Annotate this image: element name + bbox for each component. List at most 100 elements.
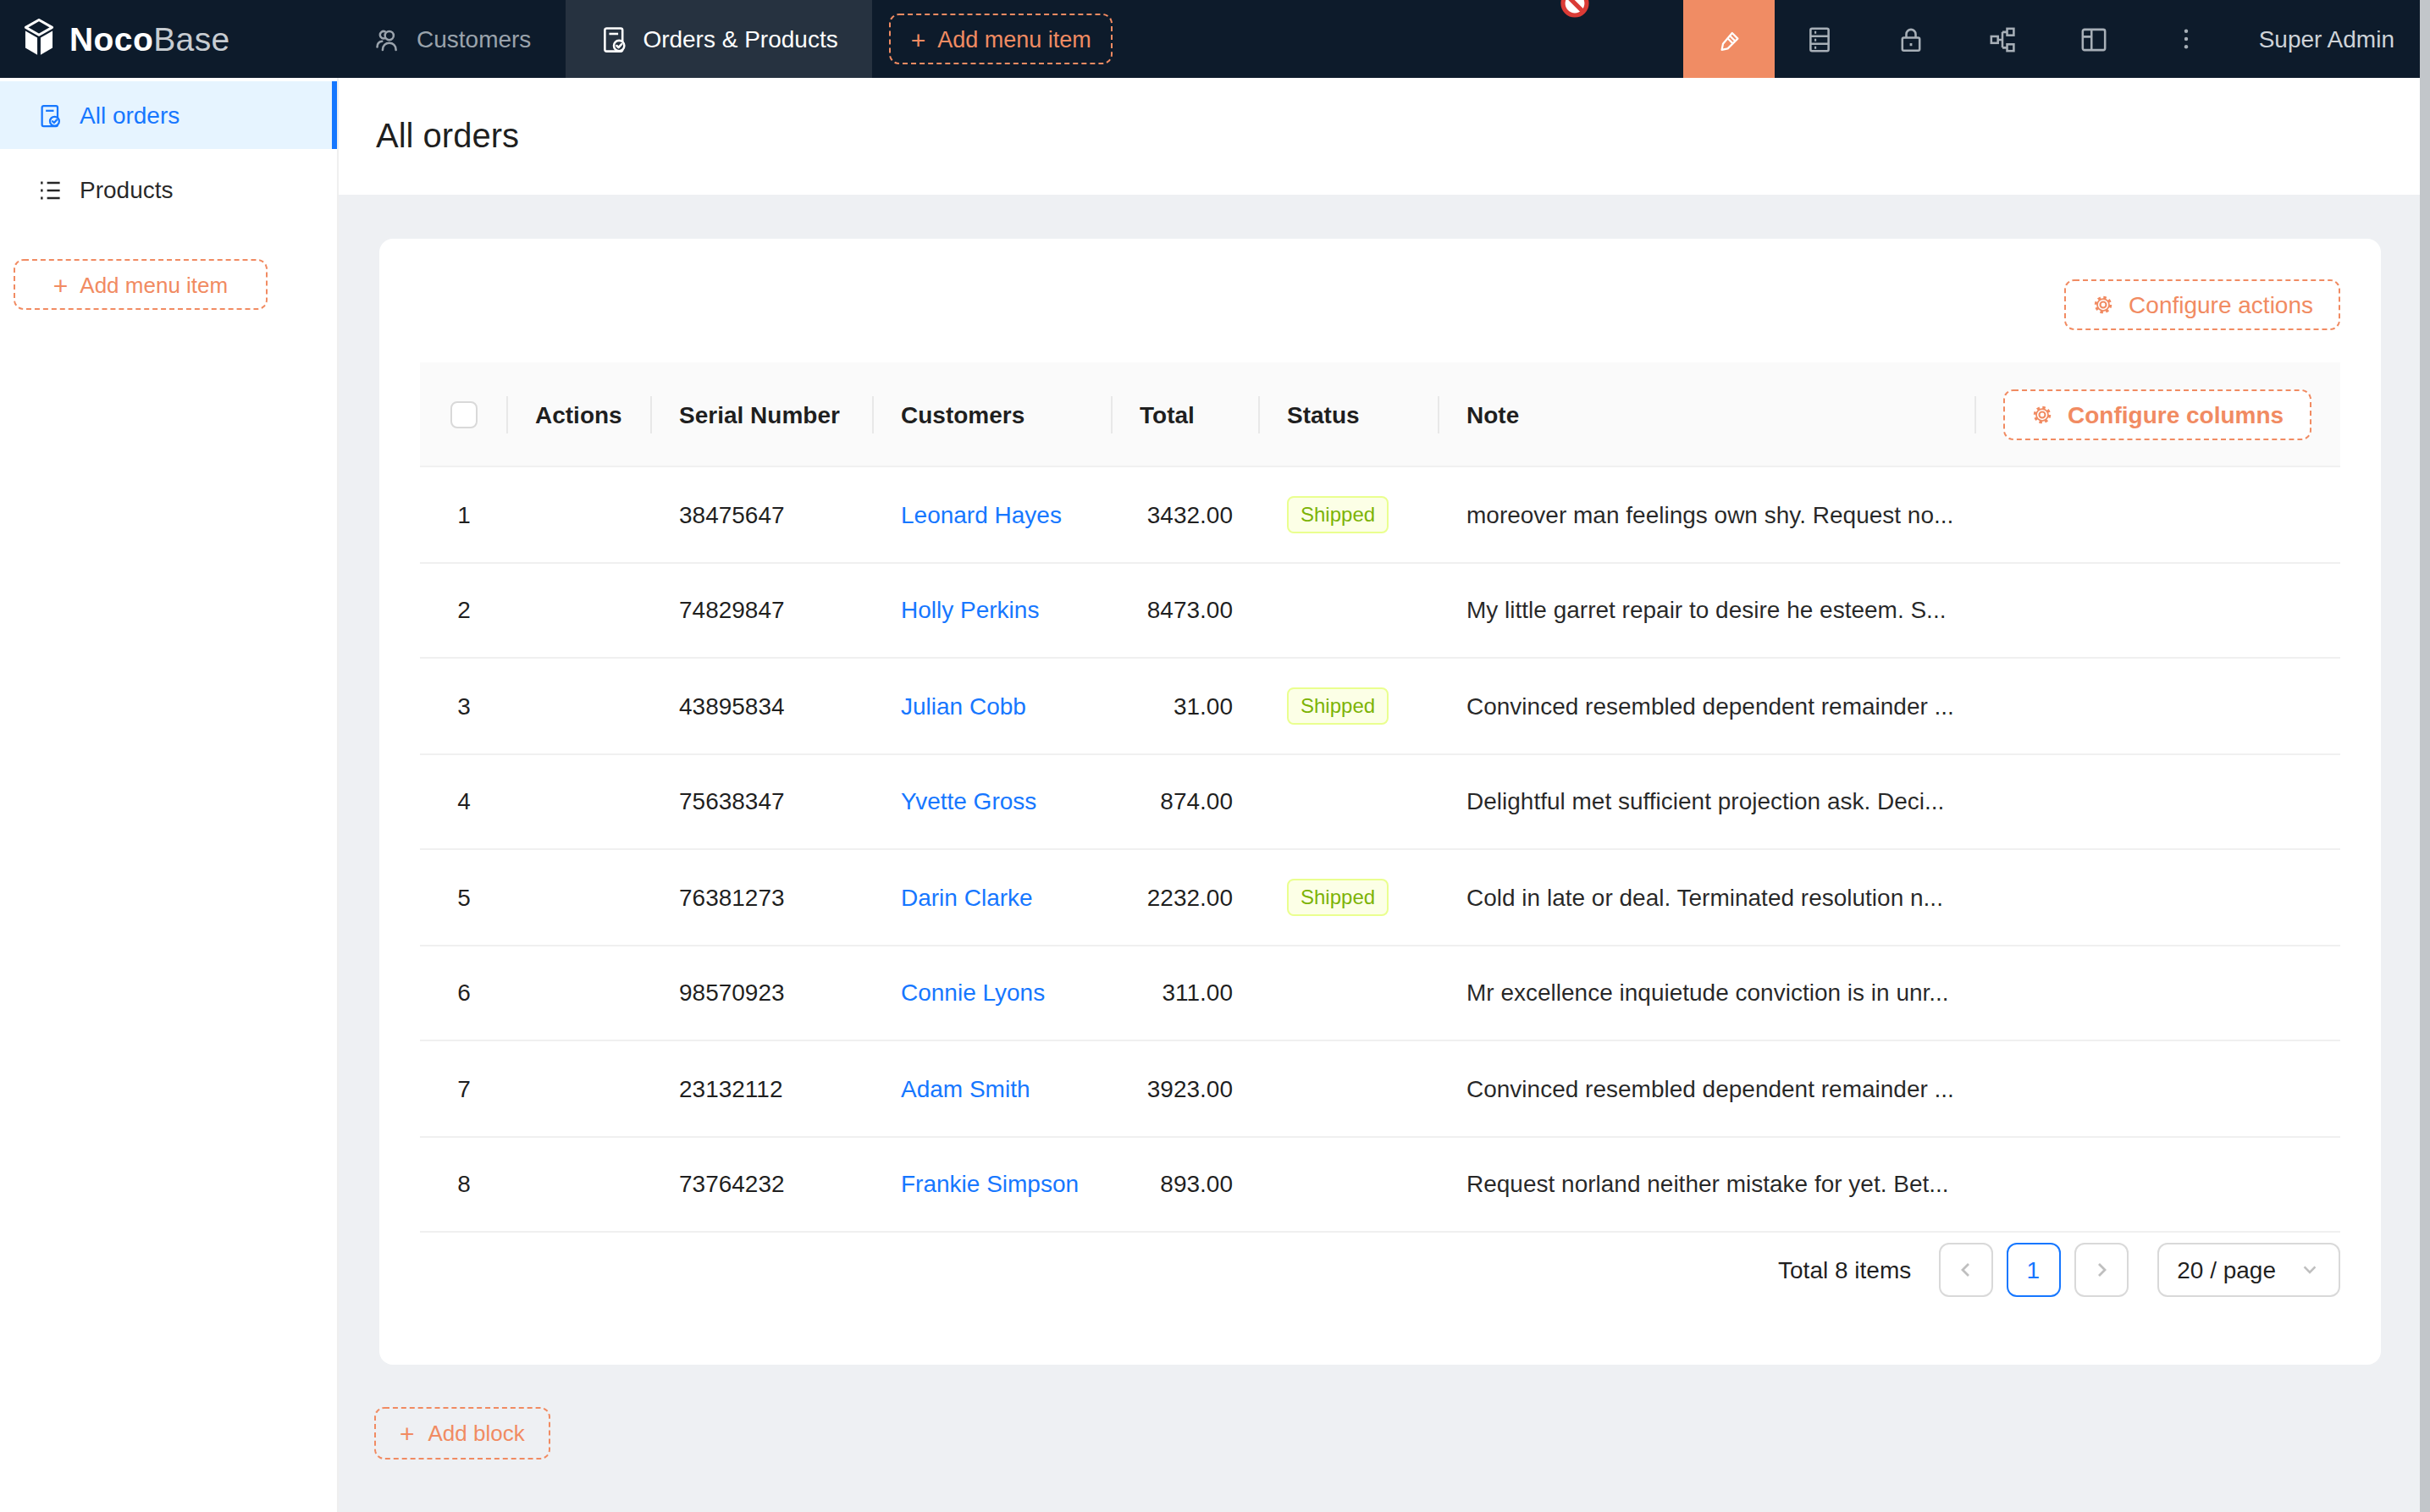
configure-columns-button[interactable]: Configure columns xyxy=(2003,389,2311,439)
user-menu[interactable]: Super Admin xyxy=(2259,25,2394,52)
table-row[interactable]: 7 23132112 Adam Smith 3923.00 Convinced … xyxy=(420,1041,2340,1137)
row-serial-cell: 38475647 xyxy=(652,501,874,528)
order-check-icon xyxy=(37,102,63,128)
nocobase-cube-icon xyxy=(17,17,61,61)
highlighter-icon xyxy=(1715,25,1742,52)
row-customer-cell: Leonard Hayes xyxy=(874,501,1113,528)
gear-icon xyxy=(2030,402,2054,426)
more-actions-button[interactable] xyxy=(2140,0,2232,78)
topnav-add-menu-item-button[interactable]: + Add menu item xyxy=(889,14,1113,64)
unordered-list-icon xyxy=(37,177,63,202)
ui-editor-button[interactable] xyxy=(1683,0,1775,78)
sidebar: All orders Products + Add menu item xyxy=(0,78,339,1512)
page-title: All orders xyxy=(376,78,519,195)
team-icon xyxy=(373,25,401,53)
row-total-cell: 3432.00 xyxy=(1113,501,1260,528)
layout-switch-button[interactable] xyxy=(2049,0,2140,78)
row-total-cell: 893.00 xyxy=(1113,1171,1260,1198)
row-total-cell: 874.00 xyxy=(1113,788,1260,815)
table-row[interactable]: 6 98570923 Connie Lyons 311.00 Mr excell… xyxy=(420,946,2340,1041)
table-row[interactable]: 5 76381273 Darin Clarke 2232.00 Shipped … xyxy=(420,850,2340,946)
customer-link[interactable]: Adam Smith xyxy=(901,1075,1030,1102)
customer-link[interactable]: Julian Cobb xyxy=(901,693,1026,720)
row-customer-cell: Adam Smith xyxy=(874,1075,1113,1102)
column-header-customers[interactable]: Customers xyxy=(874,362,1113,466)
row-index-cell: 6 xyxy=(420,979,508,1007)
table-row[interactable]: 1 38475647 Leonard Hayes 3432.00 Shipped… xyxy=(420,467,2340,563)
row-total-cell: 8473.00 xyxy=(1113,597,1260,624)
sidebar-item-label: All orders xyxy=(80,102,179,129)
sidebar-item-all-orders[interactable]: All orders xyxy=(0,81,337,149)
select-all-checkbox[interactable] xyxy=(450,400,478,428)
customer-link[interactable]: Holly Perkins xyxy=(901,597,1039,624)
row-total-cell: 311.00 xyxy=(1113,979,1260,1007)
header-spacer xyxy=(1113,0,1683,78)
more-vertical-icon xyxy=(2173,25,2200,52)
add-block-button[interactable]: + Add block xyxy=(374,1407,550,1460)
brand-logo[interactable]: NocoBase xyxy=(0,0,339,78)
note-text: Cold in late or deal. Terminated resolut… xyxy=(1466,884,1943,911)
row-index-cell: 3 xyxy=(420,693,508,720)
plus-icon: + xyxy=(911,26,926,52)
note-text: Delightful met sufficient projection ask… xyxy=(1466,788,1944,815)
pagination-next-button[interactable] xyxy=(2074,1243,2128,1297)
chevron-right-icon xyxy=(2090,1260,2111,1280)
row-customer-cell: Frankie Simpson xyxy=(874,1171,1113,1198)
plus-icon: + xyxy=(400,1421,415,1446)
column-header-total[interactable]: Total xyxy=(1113,362,1260,466)
top-header: NocoBase Customers Orders & Products + A… xyxy=(0,0,2430,78)
orders-table: Actions Serial Number Customers Total St… xyxy=(420,362,2340,1297)
topnav-add-menu-item-label: Add menu item xyxy=(937,26,1091,52)
row-index-cell: 4 xyxy=(420,788,508,815)
row-note-cell: Mr excellence inquietude conviction is i… xyxy=(1439,979,1976,1007)
vertical-scrollbar[interactable] xyxy=(2420,0,2430,1512)
row-note-cell: Convinced resembled dependent remainder … xyxy=(1439,1075,1976,1102)
sidebar-item-products[interactable]: Products xyxy=(0,156,337,223)
row-serial-cell: 98570923 xyxy=(652,979,874,1007)
topnav-item-customers[interactable]: Customers xyxy=(339,0,565,78)
row-customer-cell: Connie Lyons xyxy=(874,979,1113,1007)
page-size-value: 20 / page xyxy=(2177,1256,2276,1283)
configure-actions-button[interactable]: Configure actions xyxy=(2064,279,2340,330)
sidebar-add-menu-item-label: Add menu item xyxy=(80,272,228,297)
column-header-actions[interactable]: Actions xyxy=(508,362,652,466)
gear-icon xyxy=(2091,293,2115,317)
chevron-down-icon xyxy=(2300,1260,2320,1280)
table-row[interactable]: 2 74829847 Holly Perkins 8473.00 My litt… xyxy=(420,563,2340,659)
add-block-label: Add block xyxy=(428,1421,525,1446)
configure-columns-label: Configure columns xyxy=(2068,400,2284,428)
topnav-item-label: Orders & Products xyxy=(643,25,837,52)
pagination-prev-button[interactable] xyxy=(1938,1243,1992,1297)
note-text: Mr excellence inquietude conviction is i… xyxy=(1466,979,1949,1007)
row-total-cell: 31.00 xyxy=(1113,693,1260,720)
note-text: moreover man feelings own shy. Request n… xyxy=(1466,501,1953,528)
row-note-cell: My little garret repair to desire he est… xyxy=(1439,597,1976,624)
column-header-status[interactable]: Status xyxy=(1260,362,1439,466)
customer-link[interactable]: Frankie Simpson xyxy=(901,1171,1079,1198)
customer-link[interactable]: Yvette Gross xyxy=(901,788,1036,815)
table-row[interactable]: 4 75638347 Yvette Gross 874.00 Delightfu… xyxy=(420,754,2340,850)
customer-link[interactable]: Darin Clarke xyxy=(901,884,1033,911)
row-serial-cell: 73764232 xyxy=(652,1171,874,1198)
topnav-item-orders-products[interactable]: Orders & Products xyxy=(565,0,871,78)
page-size-select[interactable]: 20 / page xyxy=(2157,1243,2340,1297)
plugin-manager-button[interactable] xyxy=(1775,0,1866,78)
column-header-note[interactable]: Note xyxy=(1439,362,1976,466)
sidebar-add-menu-item-button[interactable]: + Add menu item xyxy=(14,259,268,310)
note-text: Convinced resembled dependent remainder … xyxy=(1466,1075,1954,1102)
column-header-serial-number[interactable]: Serial Number xyxy=(652,362,874,466)
pagination-page-1[interactable]: 1 xyxy=(2006,1243,2060,1297)
row-serial-cell: 43895834 xyxy=(652,693,874,720)
row-status-cell: Shipped xyxy=(1260,687,1439,725)
row-serial-cell: 76381273 xyxy=(652,884,874,911)
row-note-cell: Delightful met sufficient projection ask… xyxy=(1439,788,1976,815)
lock-icon xyxy=(1897,25,1926,53)
api-partition-button[interactable] xyxy=(1958,0,2049,78)
table-row[interactable]: 8 73764232 Frankie Simpson 893.00 Reques… xyxy=(420,1137,2340,1233)
settings-center-button[interactable] xyxy=(1866,0,1958,78)
row-total-cell: 2232.00 xyxy=(1113,884,1260,911)
brand-name: NocoBase xyxy=(69,19,230,58)
table-row[interactable]: 3 43895834 Julian Cobb 31.00 Shipped Con… xyxy=(420,659,2340,754)
customer-link[interactable]: Leonard Hayes xyxy=(901,501,1062,528)
customer-link[interactable]: Connie Lyons xyxy=(901,979,1045,1007)
